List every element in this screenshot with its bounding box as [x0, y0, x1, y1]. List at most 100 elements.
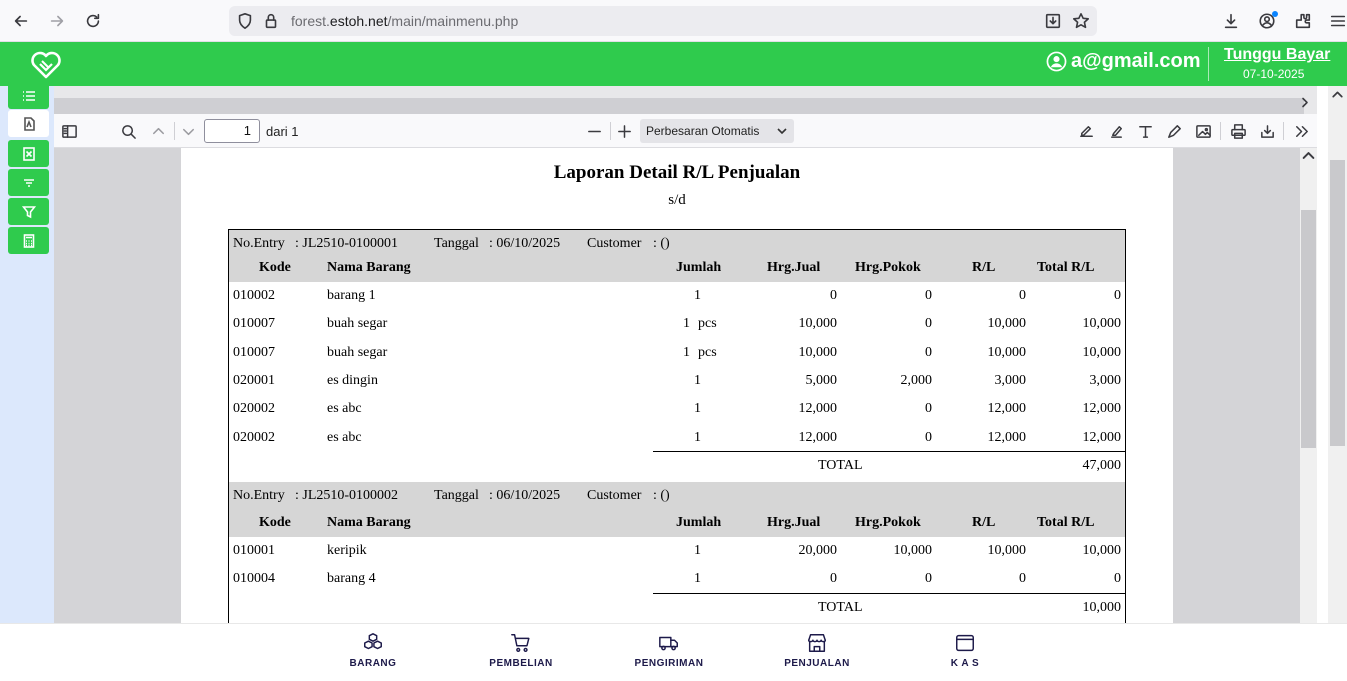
cell-nama: barang 1: [327, 288, 376, 303]
extensions-icon[interactable]: [1291, 9, 1315, 33]
sidebar-toggle-icon[interactable]: [58, 120, 80, 142]
scroll-up-icon[interactable]: [1300, 148, 1317, 162]
cell-jual: 12,000: [798, 430, 838, 445]
pdf-page: Laporan Detail R/L Penjualan s/d No.Entr…: [181, 148, 1173, 629]
total-label: TOTAL: [818, 600, 863, 615]
cell-jual: 20,000: [798, 543, 838, 558]
print-icon[interactable]: [1227, 120, 1249, 142]
next-page-icon[interactable]: [177, 120, 199, 142]
date-label: Tanggal: [434, 488, 479, 503]
column-header: Kode: [259, 260, 291, 275]
list-button[interactable]: [8, 82, 49, 109]
notification-dot: [1272, 11, 1278, 17]
back-icon[interactable]: [9, 9, 33, 33]
zoom-in-icon[interactable]: [613, 120, 635, 142]
table-row: 020001 es dingin 1 5,000 2,000 3,000 3,0…: [229, 367, 1125, 395]
cell-kode: 010002: [233, 288, 275, 303]
column-header: Jumlah: [676, 515, 722, 530]
cell-pokok: 0: [925, 345, 932, 360]
nav-label: BARANG: [349, 658, 397, 669]
total-label: TOTAL: [818, 458, 863, 473]
wallet-icon: [956, 634, 974, 652]
pdf-file-icon: [23, 116, 35, 131]
table-row: 010001 keripik 1 20,000 10,000 10,000 10…: [229, 537, 1125, 565]
highlight-icon[interactable]: [1105, 120, 1127, 142]
more-tools-icon[interactable]: [1290, 120, 1312, 142]
horizontal-scroll-thumb[interactable]: [54, 98, 1304, 114]
bookmark-star-icon[interactable]: [1069, 9, 1093, 33]
page-scrollbar[interactable]: [1328, 86, 1347, 623]
cell-total: 10,000: [1082, 543, 1122, 558]
find-icon[interactable]: [117, 120, 139, 142]
calculator-button[interactable]: [8, 227, 49, 254]
column-header: Total R/L: [1037, 515, 1095, 530]
pdf-vertical-scrollbar[interactable]: [1300, 148, 1317, 623]
user-icon[interactable]: [1046, 51, 1067, 72]
save-page-icon[interactable]: [1041, 9, 1065, 33]
excel-button[interactable]: [8, 140, 49, 167]
scroll-up-icon[interactable]: [1330, 86, 1345, 102]
image-icon[interactable]: [1192, 120, 1214, 142]
cell-kode: 010007: [233, 316, 275, 331]
pdf-button[interactable]: [8, 110, 49, 137]
cell-jual: 0: [830, 288, 837, 303]
text-tool-icon[interactable]: [1134, 120, 1156, 142]
nav-pengiriman[interactable]: PENGIRIMAN: [614, 632, 724, 669]
user-email[interactable]: a@gmail.com: [1071, 50, 1201, 73]
shield-icon[interactable]: [233, 9, 257, 33]
cell-nama: es abc: [327, 430, 362, 445]
logo-icon[interactable]: [30, 50, 62, 80]
downloads-icon[interactable]: [1219, 9, 1243, 33]
page-count-label: dari 1: [266, 124, 299, 139]
entry-date: : 06/10/2025: [489, 236, 561, 251]
scroll-right-icon[interactable]: [1298, 94, 1312, 110]
nav-pembelian[interactable]: PEMBELIAN: [466, 632, 576, 669]
entry-date: : 06/10/2025: [489, 488, 561, 503]
lock-icon[interactable]: [259, 9, 283, 33]
cell-rl: 10,000: [987, 543, 1027, 558]
sign-icon[interactable]: [1075, 120, 1097, 142]
cart-icon: [511, 634, 530, 652]
column-header: Hrg.Pokok: [855, 260, 921, 275]
cell-jumlah: 1: [694, 543, 701, 558]
scroll-thumb[interactable]: [1330, 160, 1345, 446]
scroll-thumb[interactable]: [1301, 210, 1316, 448]
customer-value: : (): [653, 236, 670, 251]
draw-icon[interactable]: [1163, 120, 1185, 142]
truck-icon: [659, 636, 678, 651]
cell-nama: es dingin: [327, 373, 378, 388]
cell-jual: 5,000: [805, 373, 838, 388]
page-number-input[interactable]: 1: [204, 119, 260, 143]
column-header: Hrg.Jual: [767, 515, 821, 530]
forward-icon[interactable]: [45, 9, 69, 33]
download-icon[interactable]: [1256, 120, 1278, 142]
cell-jual: 0: [830, 571, 837, 586]
cell-kode: 020002: [233, 430, 275, 445]
zoom-out-icon[interactable]: [583, 120, 605, 142]
column-header: Nama Barang: [327, 260, 411, 275]
cell-jual: 10,000: [798, 316, 838, 331]
cell-jumlah: 1: [694, 288, 701, 303]
status-link[interactable]: Tunggu Bayar: [1224, 46, 1330, 64]
reload-icon[interactable]: [81, 9, 105, 33]
nav-penjualan[interactable]: PENJUALAN: [762, 632, 872, 669]
address-bar[interactable]: forest.estoh.net/main/mainmenu.php: [229, 6, 1097, 36]
cell-pokok: 0: [925, 571, 932, 586]
cell-rl: 10,000: [987, 345, 1027, 360]
customer-label: Customer: [587, 236, 642, 251]
toolbar-separator: [610, 122, 611, 140]
nav-kas[interactable]: K A S: [910, 632, 1020, 669]
cell-kode: 010004: [233, 571, 275, 586]
url-text[interactable]: forest.estoh.net/main/mainmenu.php: [291, 13, 518, 29]
zoom-select[interactable]: Perbesaran Otomatis: [640, 119, 794, 143]
cell-pokok: 2,000: [900, 373, 933, 388]
filter-button[interactable]: [8, 198, 49, 225]
sort-button[interactable]: [8, 169, 49, 196]
zoom-select-label: Perbesaran Otomatis: [646, 124, 760, 138]
nav-barang[interactable]: BARANG: [318, 632, 428, 669]
cell-pokok: 10,000: [893, 543, 933, 558]
previous-page-icon[interactable]: [147, 120, 169, 142]
cell-kode: 020002: [233, 401, 275, 416]
cell-kode: 010001: [233, 543, 275, 558]
menu-icon[interactable]: [1326, 9, 1347, 33]
